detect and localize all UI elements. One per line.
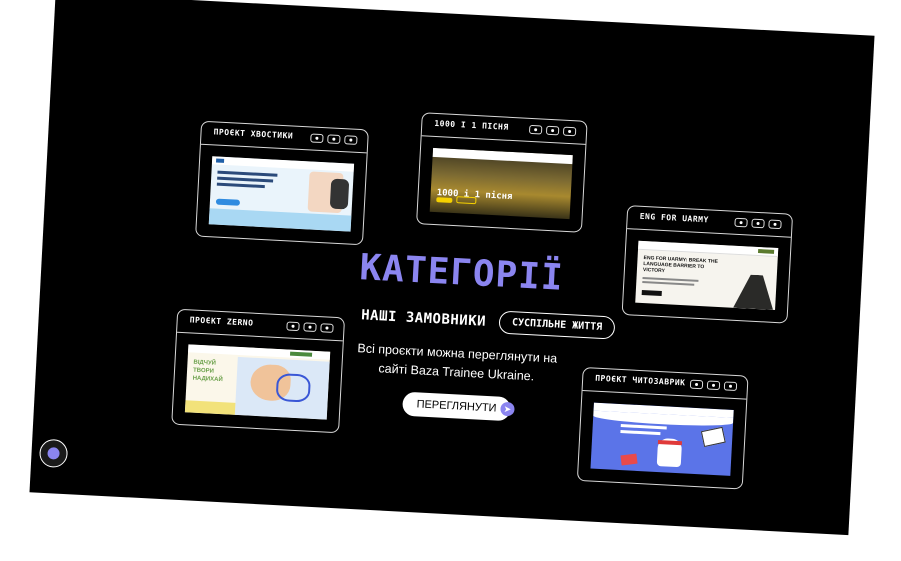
window-dot-icon (751, 218, 765, 229)
project-preview-image (208, 156, 355, 232)
category-pill-social-life[interactable]: СУСПІЛЬНЕ ЖИТТЯ (498, 310, 616, 340)
window-controls (528, 124, 577, 137)
window-dot-icon (310, 133, 324, 144)
card-header: ENG FOR UARMY (627, 206, 793, 238)
window-dot-icon (768, 219, 782, 230)
projects-description: Всі проєкти можна переглянути на сайті B… (357, 341, 558, 384)
window-controls (689, 379, 738, 392)
window-dot-icon (528, 124, 543, 135)
window-dot-icon (545, 125, 560, 136)
card-title: ENG FOR UARMY (639, 211, 710, 225)
window-dot-icon (734, 217, 748, 228)
card-header: 1000 І 1 ПІСНЯ (421, 113, 587, 145)
window-dot-icon (303, 322, 317, 332)
window-dot-icon (286, 321, 300, 332)
floating-action-button[interactable] (38, 438, 69, 469)
preview-heading: ВІДЧУЙ ТВОРИ НАДИХАЙ (192, 359, 223, 384)
card-header: ПРОЄКТ ZERNO (177, 309, 345, 342)
project-card-chytozavryk[interactable]: ПРОЄКТ ЧИТОЗАВРИК (576, 366, 749, 490)
window-controls (310, 133, 358, 145)
project-preview-image: ENG FOR UARMY: BREAK THE LANGUAGE BARRIE… (635, 240, 779, 310)
window-dot-icon (562, 126, 577, 137)
card-header: ПРОЄКТ ЧИТОЗАВРИК (582, 368, 748, 400)
window-controls (286, 321, 334, 333)
window-dot-icon (320, 323, 334, 333)
window-dot-icon (689, 379, 704, 390)
projects-stage: ПРОЄКТ ХВОСТИКИ 1000 І 1 ПІСНЯ 1000 і 1 … (29, 0, 875, 536)
window-dot-icon (344, 135, 358, 145)
view-projects-button[interactable]: ПЕРЕГЛЯНУТИ (401, 391, 512, 422)
card-title: ПРОЄКТ ЧИТОЗАВРИК (594, 373, 686, 388)
project-preview-image: 1000 і 1 пісня (429, 147, 573, 220)
card-title: 1000 І 1 ПІСНЯ (434, 118, 509, 132)
arrow-right-icon[interactable]: ➤ (500, 401, 515, 417)
circle-icon (47, 447, 60, 460)
card-title: ПРОЄКТ ZERNO (189, 315, 254, 328)
page-title: КАТЕГОРІЇ (358, 247, 565, 299)
customers-label: НАШІ ЗАМОВНИКИ (360, 307, 487, 330)
card-header: ПРОЄКТ ХВОСТИКИ (200, 121, 368, 154)
window-controls (734, 217, 782, 230)
window-dot-icon (327, 134, 341, 144)
project-card-khvostyky[interactable]: ПРОЄКТ ХВОСТИКИ (195, 120, 369, 246)
preview-heading: ENG FOR UARMY: BREAK THE LANGUAGE BARRIE… (642, 255, 718, 275)
project-preview-image (590, 402, 734, 476)
project-card-eng-for-uarmy[interactable]: ENG FOR UARMY ENG FOR UARMY: BREAK THE L… (621, 205, 794, 324)
card-title: ПРОЄКТ ХВОСТИКИ (213, 127, 294, 141)
window-dot-icon (706, 380, 721, 391)
project-card-1000-songs[interactable]: 1000 І 1 ПІСНЯ 1000 і 1 пісня (416, 112, 588, 233)
project-card-zerno[interactable]: ПРОЄКТ ZERNO ВІДЧУЙ ТВОРИ НАДИХАЙ (171, 308, 346, 434)
window-dot-icon (723, 381, 738, 392)
project-preview-image: ВІДЧУЙ ТВОРИ НАДИХАЙ (184, 344, 331, 420)
